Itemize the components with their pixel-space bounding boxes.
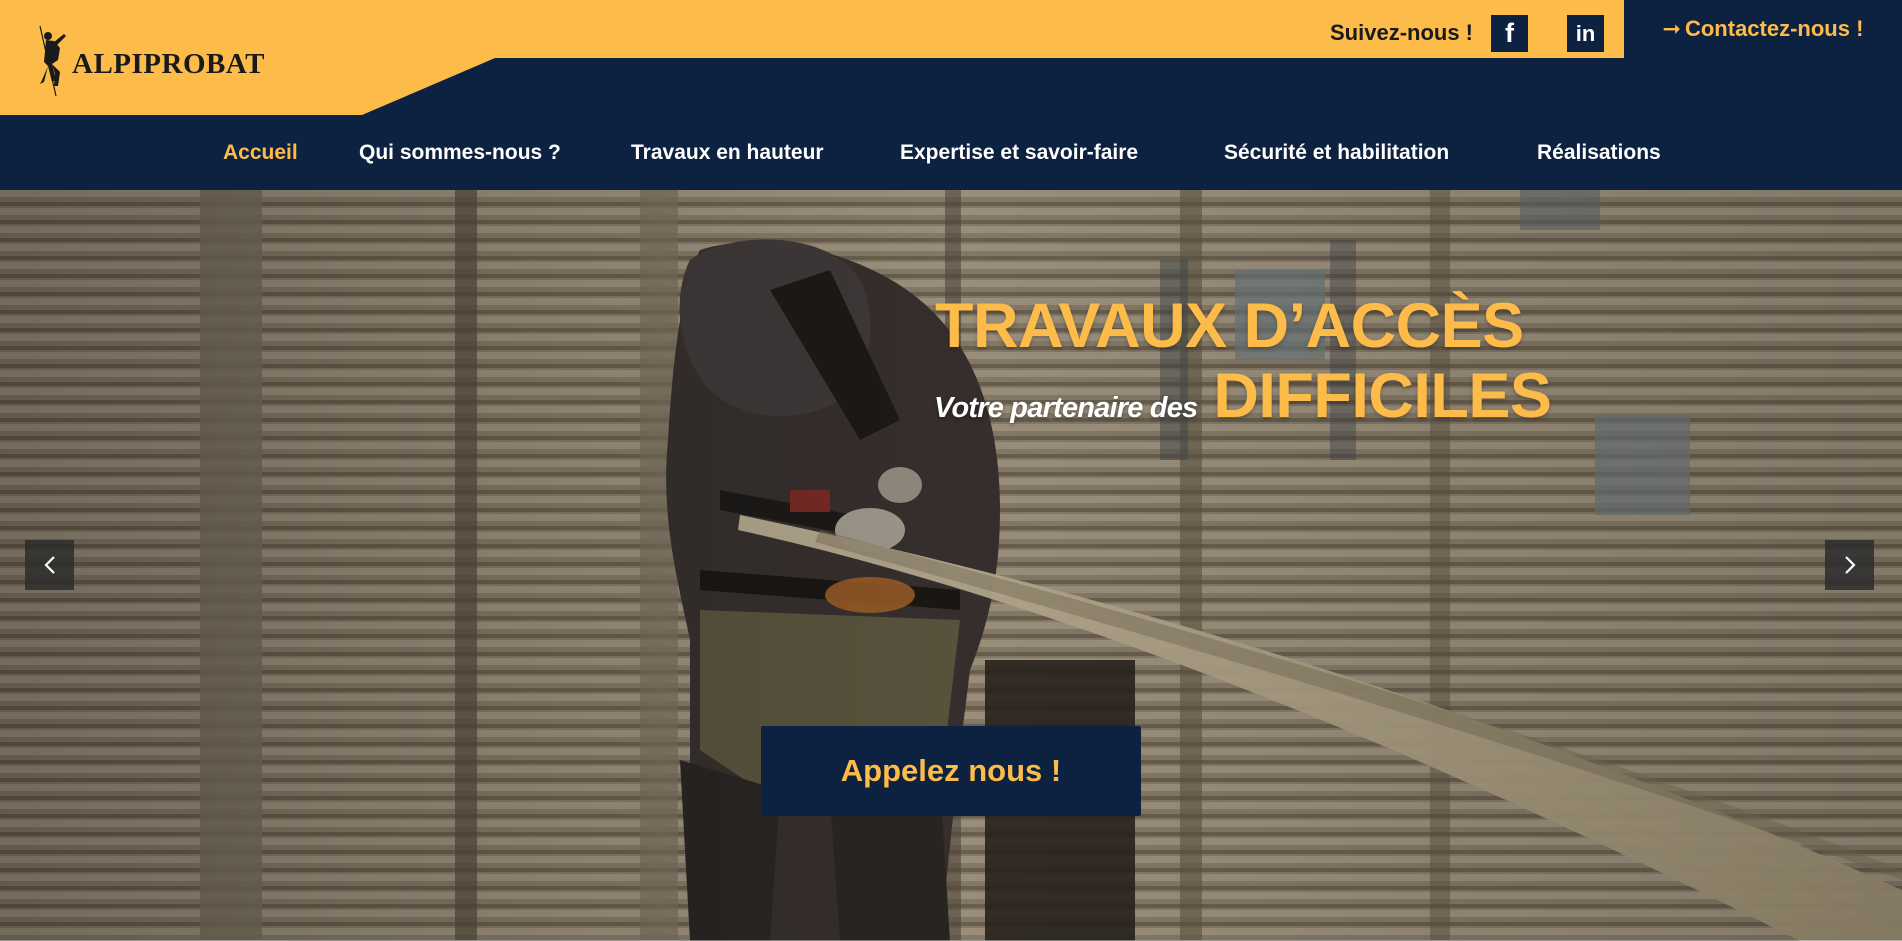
call-us-button[interactable]: Appelez nous ! (761, 726, 1141, 816)
nav-item-expertise[interactable]: Expertise et savoir-faire (900, 115, 1138, 190)
chevron-left-icon (43, 556, 55, 574)
linkedin-glyph: in (1575, 20, 1596, 46)
nav-item-qui-sommes-nous[interactable]: Qui sommes-nous ? (359, 115, 561, 190)
nav-item-travaux-en-hauteur[interactable]: Travaux en hauteur (631, 115, 824, 190)
nav-item-realisations[interactable]: Réalisations (1537, 115, 1661, 190)
page: ALPIPROBAT Suivez-nous ! f in ➞ Contacte… (0, 0, 1902, 941)
top-header: ALPIPROBAT Suivez-nous ! f in ➞ Contacte… (0, 0, 1902, 115)
follow-us-label: Suivez-nous ! (1330, 20, 1474, 45)
header-yellow-band (0, 0, 1902, 115)
hero-tagline: Votre partenaire des (934, 392, 1198, 424)
hero-slider: TRAVAUX D’ACCÈS Votre partenaire des DIF… (0, 190, 1902, 941)
slider-prev-button[interactable] (25, 540, 74, 590)
slider-next-button[interactable] (1825, 540, 1874, 590)
site-logo[interactable]: ALPIPROBAT (34, 24, 284, 98)
arrow-right-icon: ➞ (1662, 16, 1681, 41)
nav-item-accueil[interactable]: Accueil (223, 115, 298, 190)
hero-headline-2: DIFFICILES (1213, 361, 1552, 431)
main-nav: Accueil Qui sommes-nous ? Travaux en hau… (0, 115, 1902, 190)
contact-us-button[interactable]: ➞ Contactez-nous ! (1624, 0, 1902, 58)
nav-item-securite[interactable]: Sécurité et habilitation (1224, 115, 1449, 190)
hero-headline: TRAVAUX D’ACCÈS (935, 291, 1524, 361)
chevron-right-icon (1844, 556, 1856, 574)
facebook-icon[interactable]: f (1491, 15, 1528, 52)
facebook-glyph: f (1505, 18, 1514, 48)
contact-us-label: Contactez-nous ! (1684, 16, 1864, 41)
hero-tagline-row: Votre partenaire des DIFFICILES (934, 360, 1552, 432)
linkedin-icon[interactable]: in (1567, 15, 1604, 52)
brand-name: ALPIPROBAT (72, 47, 265, 80)
